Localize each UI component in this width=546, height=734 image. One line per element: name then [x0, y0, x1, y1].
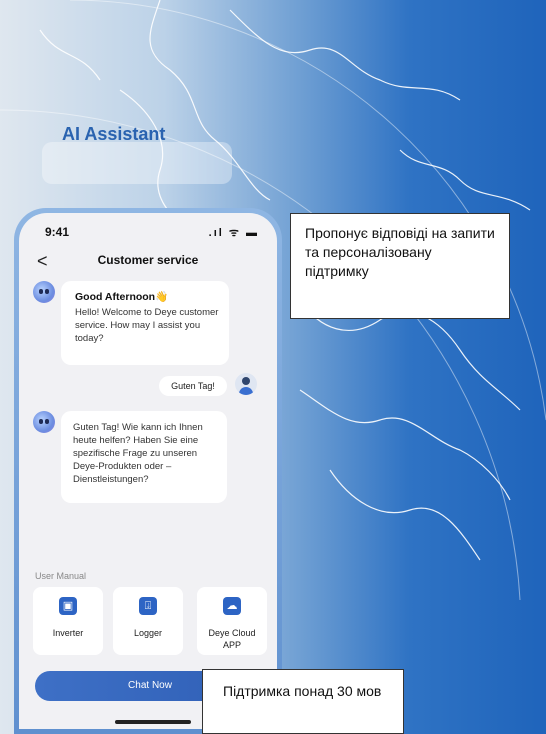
phone-frame: 9:41 .ıl ᯤ ▬ < Customer service Good Aft…	[14, 208, 282, 734]
manual-cards: ▣ Inverter ⍗ Logger ☁ Deye Cloud APP	[33, 587, 269, 657]
ai-assistant-title: AI Assistant	[62, 124, 166, 144]
status-time: 9:41	[45, 225, 70, 239]
manual-card-logger[interactable]: ⍗ Logger	[113, 587, 183, 655]
manual-card-cloud-app[interactable]: ☁ Deye Cloud APP	[197, 587, 267, 655]
card-label: Deye Cloud APP	[208, 628, 256, 650]
message-text: Guten Tag! Wie kann ich Ihnen heute helf…	[73, 422, 203, 485]
callout-languages: Підтримка понад 30 мов	[202, 669, 404, 734]
callout-suggestions: Пропонує відповіді на запити та персонал…	[290, 213, 510, 319]
message-text: Hello! Welcome to Deye customer service.…	[75, 307, 219, 344]
bot-message-bubble: Good Afternoon👋 Hello! Welcome to Deye c…	[61, 281, 229, 365]
status-bar: 9:41 .ıl ᯤ ▬	[37, 225, 259, 241]
status-icons: .ıl ᯤ ▬	[208, 227, 259, 239]
user-manual-label: User Manual	[35, 571, 87, 581]
nav-bar: < Customer service	[19, 251, 277, 273]
logger-icon: ⍗	[139, 597, 157, 615]
home-indicator	[115, 720, 191, 724]
phone-screen: 9:41 .ıl ᯤ ▬ < Customer service Good Aft…	[19, 213, 277, 729]
greeting-text: Good Afternoon👋	[75, 291, 169, 303]
user-avatar-icon	[235, 373, 257, 395]
card-label: Inverter	[52, 628, 84, 638]
bot-avatar-icon	[33, 411, 55, 433]
manual-card-inverter[interactable]: ▣ Inverter	[33, 587, 103, 655]
bot-avatar-icon	[33, 281, 55, 303]
ai-title-card	[42, 142, 232, 184]
cloud-app-icon: ☁	[223, 597, 241, 615]
bot-message-bubble: Guten Tag! Wie kann ich Ihnen heute helf…	[61, 411, 227, 503]
page-title: Customer service	[97, 253, 199, 267]
user-message-bubble: Guten Tag!	[159, 376, 227, 396]
card-label: Logger	[133, 628, 163, 638]
inverter-icon: ▣	[59, 597, 77, 615]
